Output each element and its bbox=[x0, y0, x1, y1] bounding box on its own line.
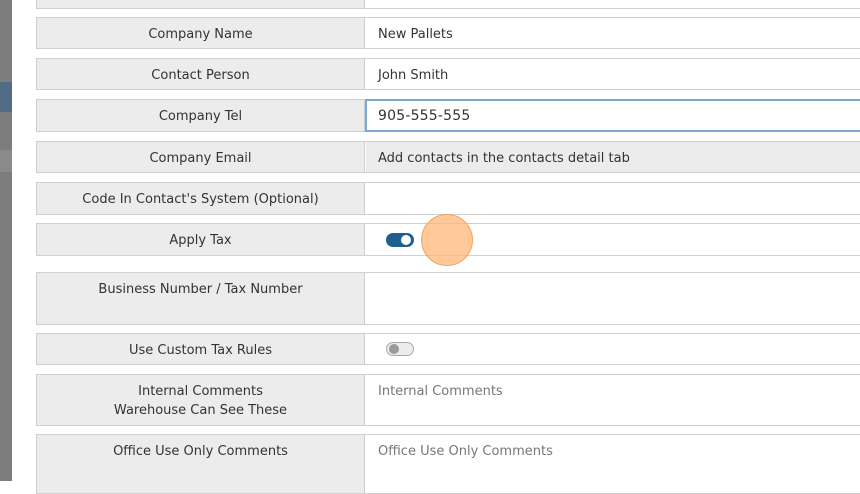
business-number-input[interactable] bbox=[366, 273, 860, 324]
internal-comments-label-line1: Internal Comments bbox=[138, 384, 263, 399]
form-row-company-email: Company Email Add contacts in the contac… bbox=[36, 141, 860, 173]
field-label bbox=[37, 0, 365, 8]
internal-comments-label-line2: Warehouse Can See These bbox=[113, 403, 288, 418]
office-use-only-comments-label: Office Use Only Comments bbox=[37, 435, 365, 493]
company-tel-label: Company Tel bbox=[37, 100, 365, 131]
company-email-note: Add contacts in the contacts detail tab bbox=[366, 142, 860, 172]
sidebar-edge bbox=[0, 0, 12, 481]
use-custom-tax-rules-toggle[interactable] bbox=[386, 342, 414, 356]
apply-tax-label: Apply Tax bbox=[37, 224, 365, 255]
sidebar-item[interactable] bbox=[0, 150, 12, 172]
form-row-business-number: Business Number / Tax Number bbox=[36, 272, 860, 325]
company-name-label: Company Name bbox=[37, 18, 365, 48]
click-indicator bbox=[421, 214, 473, 266]
use-custom-tax-rules-cell bbox=[366, 334, 860, 364]
field-value[interactable] bbox=[366, 0, 860, 8]
business-number-label: Business Number / Tax Number bbox=[37, 273, 365, 324]
contact-person-input[interactable]: John Smith bbox=[366, 59, 860, 89]
code-in-contacts-system-label: Code In Contact's System (Optional) bbox=[37, 183, 365, 214]
contact-person-label: Contact Person bbox=[37, 59, 365, 89]
form-row-company-tel: Company Tel 905-555-555 bbox=[36, 99, 860, 132]
form-row-office-use-only-comments: Office Use Only Comments Office Use Only… bbox=[36, 434, 860, 494]
form-row-code-in-contacts-system: Code In Contact's System (Optional) bbox=[36, 182, 860, 215]
toggle-knob bbox=[389, 344, 399, 354]
internal-comments-label: Internal Comments Warehouse Can See Thes… bbox=[37, 375, 365, 425]
form-row-company-name: Company Name New Pallets bbox=[36, 17, 860, 49]
sidebar-active-item[interactable] bbox=[0, 82, 12, 112]
company-name-input[interactable]: New Pallets bbox=[366, 18, 860, 48]
apply-tax-toggle[interactable] bbox=[386, 233, 414, 247]
form-row-internal-comments: Internal Comments Warehouse Can See Thes… bbox=[36, 374, 860, 426]
form-row-contact-person: Contact Person John Smith bbox=[36, 58, 860, 90]
use-custom-tax-rules-label: Use Custom Tax Rules bbox=[37, 334, 365, 364]
code-in-contacts-system-input[interactable] bbox=[366, 183, 860, 214]
toggle-knob bbox=[401, 235, 411, 245]
company-email-label: Company Email bbox=[37, 142, 365, 172]
form-row-previous bbox=[36, 0, 860, 9]
internal-comments-textarea[interactable]: Internal Comments bbox=[366, 375, 860, 425]
form-row-use-custom-tax-rules: Use Custom Tax Rules bbox=[36, 333, 860, 365]
company-tel-input[interactable]: 905-555-555 bbox=[365, 99, 860, 132]
office-use-only-comments-textarea[interactable]: Office Use Only Comments bbox=[366, 435, 860, 493]
